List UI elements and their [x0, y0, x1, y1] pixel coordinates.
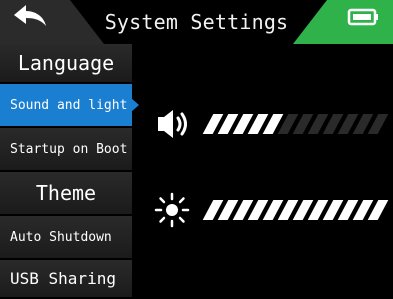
speaker-icon: [154, 108, 194, 144]
settings-menu: Language Sound and light Startup on Boot…: [0, 44, 132, 299]
sun-icon: [154, 192, 190, 232]
menu-item-label: USB Sharing: [10, 269, 116, 288]
menu-item-label: Sound and light: [10, 97, 128, 113]
menu-item-label: Startup on Boot: [10, 141, 128, 157]
selection-pointer: [131, 98, 139, 112]
title-bar: System Settings: [0, 0, 393, 44]
menu-item-startup-on-boot[interactable]: Startup on Boot: [0, 128, 132, 172]
menu-item-sound-and-light[interactable]: Sound and light: [0, 84, 132, 128]
menu-item-label: Auto Shutdown: [10, 229, 112, 245]
menu-item-auto-shutdown[interactable]: Auto Shutdown: [0, 216, 132, 260]
menu-item-label: Theme: [35, 181, 97, 205]
menu-item-theme[interactable]: Theme: [0, 172, 132, 216]
menu-item-label: Language: [17, 51, 115, 75]
menu-item-usb-sharing[interactable]: USB Sharing: [0, 260, 132, 299]
battery-status: [293, 0, 393, 44]
menu-item-language[interactable]: Language: [0, 44, 132, 84]
